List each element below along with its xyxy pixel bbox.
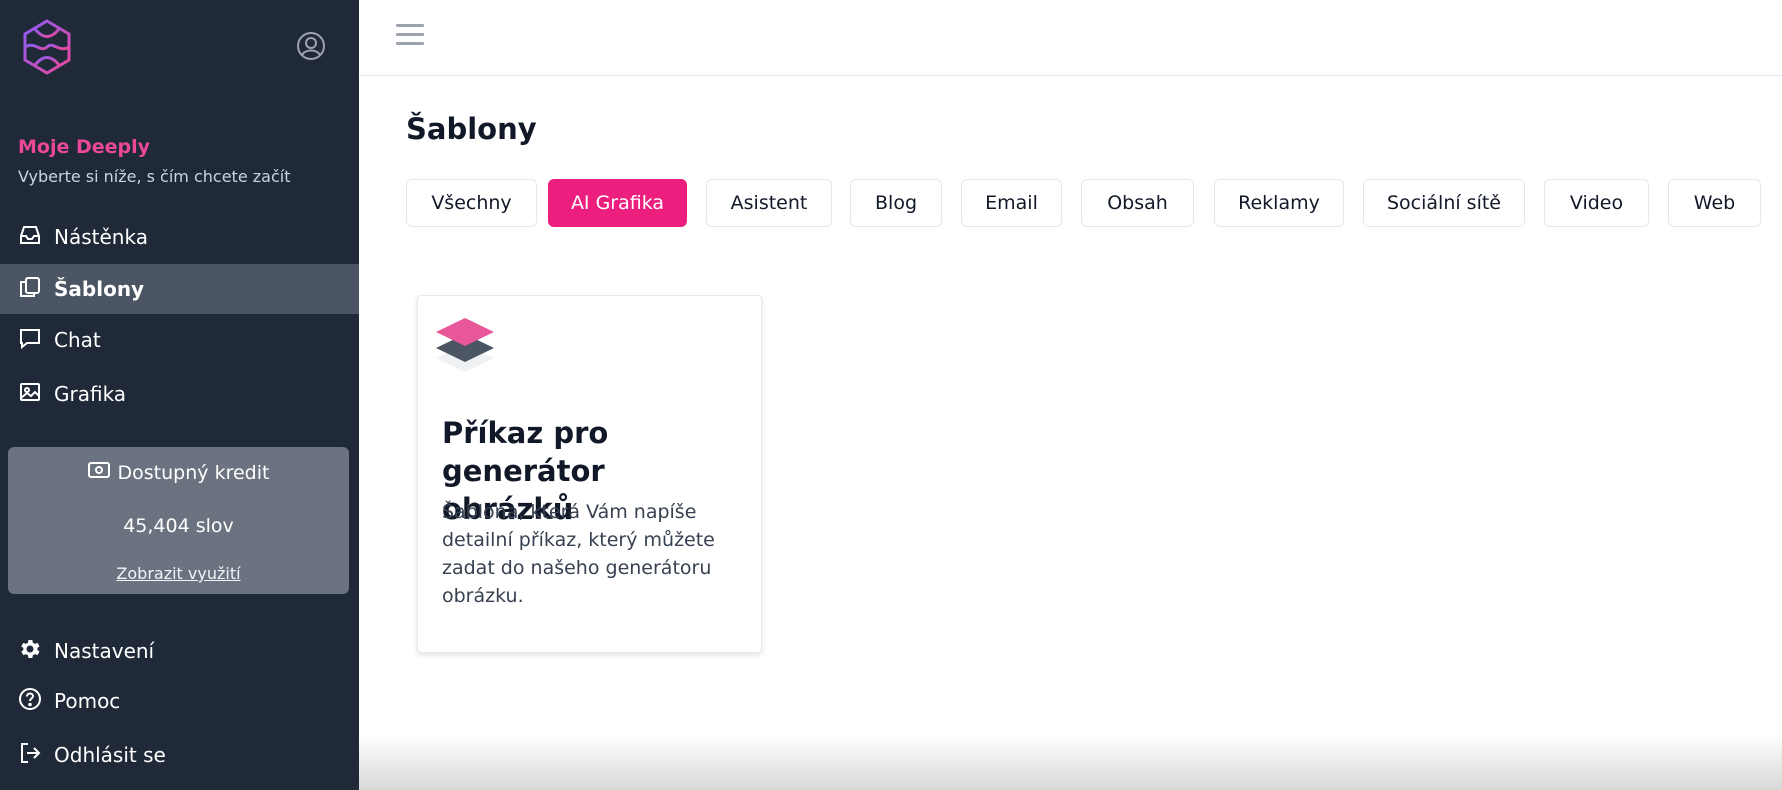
inbox-icon: [18, 223, 42, 252]
sidebar-item-grafika[interactable]: Grafika: [0, 369, 359, 419]
sidebar-item-label: Pomoc: [54, 689, 121, 713]
tab-reklamy[interactable]: Reklamy: [1214, 179, 1344, 227]
sidebar-item-nastaveni[interactable]: Nastavení: [0, 626, 359, 676]
sidebar-item-label: Grafika: [54, 382, 127, 406]
tab-obsah[interactable]: Obsah: [1081, 179, 1194, 227]
card-description: Šablona, která Vám napíše detailní příka…: [442, 501, 715, 607]
tab-web[interactable]: Web: [1668, 179, 1761, 227]
tab-asistent[interactable]: Asistent: [706, 179, 832, 227]
sidebar-item-label: Šablony: [54, 277, 145, 301]
bottom-fade: [359, 735, 1782, 790]
tab-vsechny[interactable]: Všechny: [406, 179, 537, 227]
credit-title: Dostupný kredit: [117, 461, 270, 484]
chat-icon: [18, 326, 42, 355]
sidebar-item-chat[interactable]: Chat: [0, 315, 359, 365]
sidebar-item-sablony[interactable]: Šablony: [0, 264, 359, 314]
tab-email[interactable]: Email: [961, 179, 1062, 227]
gear-icon: [18, 637, 42, 666]
money-icon: [87, 461, 110, 484]
layers-icon: [436, 314, 494, 372]
sidebar-item-label: Chat: [54, 328, 101, 352]
credit-value: 45,404 slov: [123, 515, 234, 537]
sidebar-item-pomoc[interactable]: Pomoc: [0, 676, 359, 726]
copy-icon: [18, 275, 42, 304]
brand-title: Moje Deeply: [18, 136, 151, 158]
brand-subtitle: Vyberte si níže, s čím chcete začít: [18, 167, 291, 186]
tab-blog[interactable]: Blog: [850, 179, 942, 227]
sidebar-item-label: Nástěnka: [54, 225, 148, 249]
sidebar-item-nastenka[interactable]: Nástěnka: [0, 212, 359, 262]
sidebar-item-label: Nastavení: [54, 639, 155, 663]
menu-toggle-icon[interactable]: [396, 24, 424, 50]
image-icon: [18, 380, 42, 409]
sidebar-item-label: Odhlásit se: [54, 743, 166, 767]
deeply-logo[interactable]: [17, 17, 77, 77]
tab-ai-grafika[interactable]: AI Grafika: [548, 179, 687, 227]
usage-link[interactable]: Zobrazit využití: [8, 564, 349, 583]
credit-panel: Dostupný kredit 45,404 slov Zobrazit vyu…: [8, 447, 349, 594]
sidebar: Moje Deeply Vyberte si níže, s čím chcet…: [0, 0, 359, 790]
user-account-icon[interactable]: [295, 30, 327, 62]
tab-socialni-site[interactable]: Sociální sítě: [1363, 179, 1525, 227]
help-icon: [18, 687, 42, 716]
tab-video[interactable]: Video: [1544, 179, 1649, 227]
page-title: Šablony: [406, 112, 537, 146]
logout-icon: [18, 741, 42, 770]
sidebar-item-odhlasit[interactable]: Odhlásit se: [0, 730, 359, 780]
topbar: [359, 0, 1782, 76]
credit-header: Dostupný kredit: [8, 461, 349, 484]
template-card[interactable]: Příkaz pro generátor obrázků Šablona, kt…: [417, 295, 762, 653]
